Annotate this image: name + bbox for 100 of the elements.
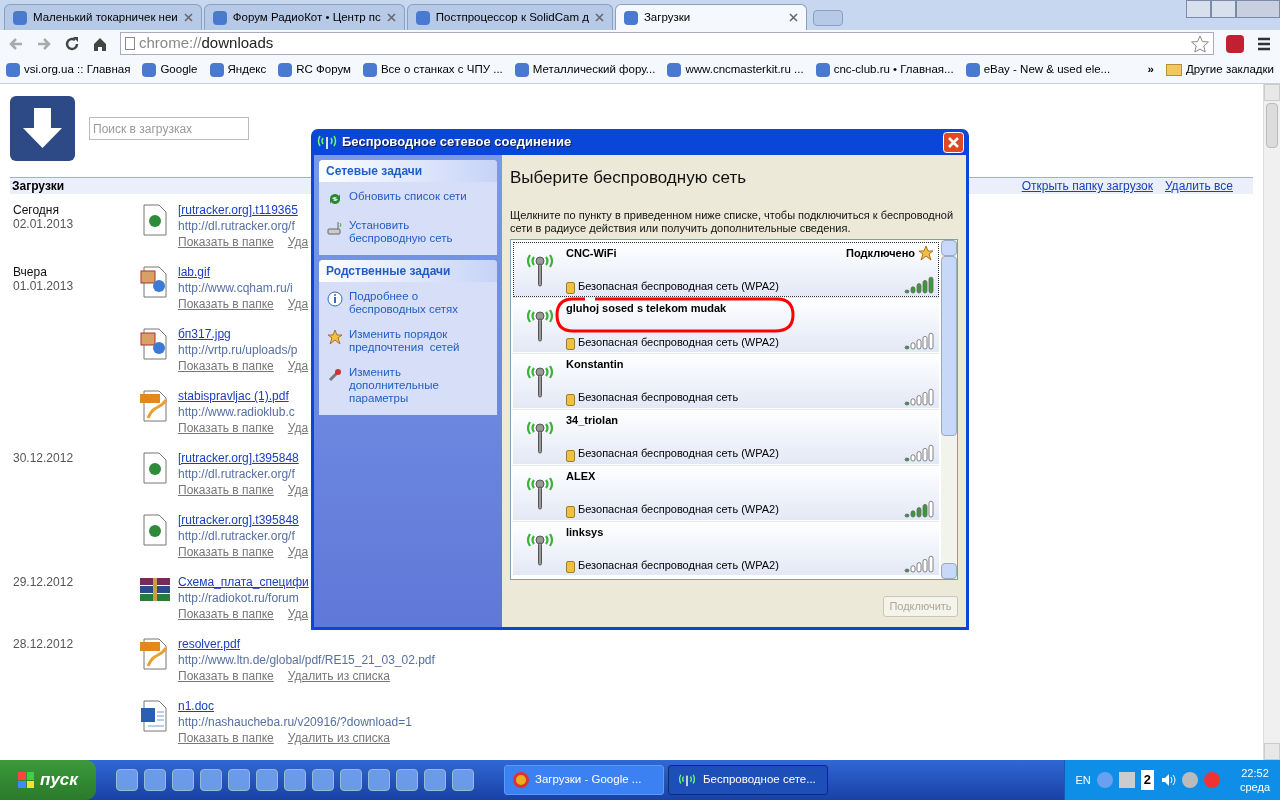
show-in-folder-link[interactable]: Показать в папке: [178, 668, 274, 684]
file-name-link[interactable]: Схема_плата_специфи: [178, 574, 309, 590]
bookmark[interactable]: Все о станках с ЧПУ ...: [362, 61, 503, 79]
show-in-folder-link[interactable]: Показать в папке: [178, 730, 274, 746]
list-scrollbar[interactable]: [941, 239, 957, 579]
open-folder-link[interactable]: Открыть папку загрузок: [1021, 177, 1153, 195]
speaker-icon[interactable]: [1159, 772, 1176, 788]
task-link[interactable]: Изменить дополнительные параметры: [349, 366, 489, 405]
show-in-folder-link[interactable]: Показать в папке: [178, 234, 274, 250]
close-tab-icon[interactable]: [386, 13, 396, 22]
show-in-folder-link[interactable]: Показать в папке: [178, 358, 274, 374]
remove-from-list-link[interactable]: Уда: [287, 482, 309, 498]
remove-from-list-link[interactable]: Уда: [287, 296, 309, 312]
bookmark[interactable]: cnc-club.ru • Главная...: [815, 61, 954, 79]
show-in-folder-link[interactable]: Показать в папке: [178, 296, 274, 312]
remove-from-list-link[interactable]: Уда: [287, 420, 309, 436]
show-in-folder-link[interactable]: Показать в папке: [178, 420, 274, 436]
remove-from-list-link[interactable]: Удалить из списка: [287, 730, 390, 746]
source-url[interactable]: http://nashaucheba.ru/v20916/?download=1: [178, 714, 412, 730]
network-row[interactable]: 34_triolan Безопасная беспроводная сеть (WPA2): [513, 409, 939, 465]
close-tab-icon[interactable]: [594, 13, 604, 22]
back-icon[interactable]: [8, 35, 24, 52]
quick-launch-icon[interactable]: [312, 769, 334, 791]
task-link[interactable]: Подробнее о беспроводных сетях: [349, 290, 489, 316]
quick-launch-icon[interactable]: [452, 769, 474, 791]
file-name-link[interactable]: n1.doc: [178, 698, 215, 714]
remove-from-list-link[interactable]: Уда: [287, 234, 309, 250]
quick-launch-icon[interactable]: [424, 769, 446, 791]
network-row[interactable]: linksys Безопасная беспроводная сеть (WPA2): [513, 520, 939, 577]
bookmark[interactable]: Яндекс: [209, 61, 267, 79]
file-name-link[interactable]: stabispravljac (1).pdf: [178, 388, 289, 404]
scroll-thumb[interactable]: [941, 255, 957, 436]
taskbar-button[interactable]: Загрузки - Google ...: [504, 765, 664, 795]
reload-icon[interactable]: [64, 35, 80, 52]
quick-launch-icon[interactable]: [256, 769, 278, 791]
tray-icon[interactable]: [1118, 772, 1135, 788]
bookmark[interactable]: Металлический фору...: [514, 61, 656, 79]
file-name-link[interactable]: [rutracker.org].t395848: [178, 450, 299, 466]
task-link[interactable]: Установить беспроводную сеть: [349, 219, 489, 245]
browser-tab[interactable]: Постпроцессор к SolidCam д: [406, 4, 613, 30]
network-row[interactable]: gluhoj sosed s telekom mudak Безопасная беспроводная сеть (WPA2): [513, 297, 939, 354]
file-name-link[interactable]: lab.gif: [178, 264, 211, 280]
tray-badge[interactable]: 2: [1140, 770, 1154, 790]
tray-icon[interactable]: [1203, 772, 1220, 788]
source-url[interactable]: http://dl.rutracker.org/f: [178, 466, 309, 482]
quick-launch-icon[interactable]: [396, 769, 418, 791]
network-row[interactable]: Konstantin Безопасная беспроводная сеть: [513, 353, 939, 409]
file-name-link[interactable]: [rutracker.org].t119365: [178, 202, 298, 218]
quick-launch-icon[interactable]: [284, 769, 306, 791]
source-url[interactable]: http://www.radioklub.c: [178, 404, 309, 420]
quick-launch-icon[interactable]: [116, 769, 138, 791]
quick-launch-icon[interactable]: [144, 769, 166, 791]
home-icon[interactable]: [92, 35, 108, 52]
source-url[interactable]: http://radiokot.ru/forum: [178, 590, 309, 606]
file-name-link[interactable]: бп317.jpg: [178, 326, 231, 342]
remove-from-list-link[interactable]: Удалить из списка: [287, 668, 390, 684]
source-url[interactable]: http://dl.rutracker.org/f: [178, 528, 309, 544]
more-bookmarks-button[interactable]: »: [1147, 61, 1154, 79]
quick-launch-icon[interactable]: [368, 769, 390, 791]
scroll-thumb[interactable]: [1266, 103, 1278, 148]
close-tab-icon[interactable]: [788, 13, 798, 22]
new-tab-button[interactable]: [812, 10, 843, 26]
remove-from-list-link[interactable]: Уда: [287, 358, 309, 374]
other-bookmarks[interactable]: Другие закладки: [1165, 61, 1274, 79]
start-button[interactable]: пуск: [0, 760, 96, 800]
taskbar-button[interactable]: Беспроводное сете...: [668, 765, 828, 795]
show-in-folder-link[interactable]: Показать в папке: [178, 606, 274, 622]
show-in-folder-link[interactable]: Показать в папке: [178, 482, 274, 498]
tray-icon[interactable]: [1181, 772, 1198, 788]
network-row[interactable]: CNC-WiFi Подключено Безопасная беспроводная сеть (WPA2): [513, 241, 939, 298]
search-field[interactable]: Поиск в загрузках: [89, 117, 249, 140]
source-url[interactable]: http://www.ltn.de/global/pdf/RE15_21_03_02.pdf: [178, 652, 435, 668]
close-tab-icon[interactable]: [183, 13, 193, 22]
language-indicator[interactable]: EN: [1075, 771, 1091, 789]
browser-tab[interactable]: Маленький токарничек неи: [4, 4, 202, 30]
quick-launch-icon[interactable]: [200, 769, 222, 791]
forward-icon[interactable]: [36, 35, 52, 52]
address-bar[interactable]: chrome://downloads: [120, 32, 1214, 55]
source-url[interactable]: http://vrtp.ru/uploads/p: [178, 342, 309, 358]
bookmark-star-icon[interactable]: [1191, 34, 1209, 53]
quick-launch-icon[interactable]: [228, 769, 250, 791]
file-name-link[interactable]: resolver.pdf: [178, 636, 241, 652]
browser-tab[interactable]: Форум РадиоКот • Центр пс: [203, 4, 405, 30]
quick-launch-icon[interactable]: [340, 769, 362, 791]
task-link[interactable]: Изменить порядок предпочтения сетей: [349, 328, 489, 354]
quick-launch-icon[interactable]: [172, 769, 194, 791]
bookmark[interactable]: vsi.org.ua :: Главная: [6, 61, 131, 79]
network-row[interactable]: ALEX Безопасная беспроводная сеть (WPA2): [513, 464, 939, 521]
remove-from-list-link[interactable]: Уда: [287, 544, 309, 560]
scrollbar[interactable]: [1263, 84, 1280, 760]
remove-from-list-link[interactable]: Уда: [287, 606, 309, 622]
file-name-link[interactable]: [rutracker.org].t395848: [178, 512, 299, 528]
extension-icon[interactable]: [1226, 34, 1244, 53]
bookmark[interactable]: Google: [142, 61, 198, 79]
bookmark[interactable]: www.cncmasterkit.ru ...: [667, 61, 804, 79]
menu-icon[interactable]: [1256, 35, 1272, 52]
browser-tab[interactable]: Загрузки: [614, 4, 807, 30]
bookmark[interactable]: RC Форум: [278, 61, 351, 79]
clear-all-link[interactable]: Удалить все: [1164, 177, 1233, 195]
source-url[interactable]: http://dl.rutracker.org/f: [178, 218, 309, 234]
